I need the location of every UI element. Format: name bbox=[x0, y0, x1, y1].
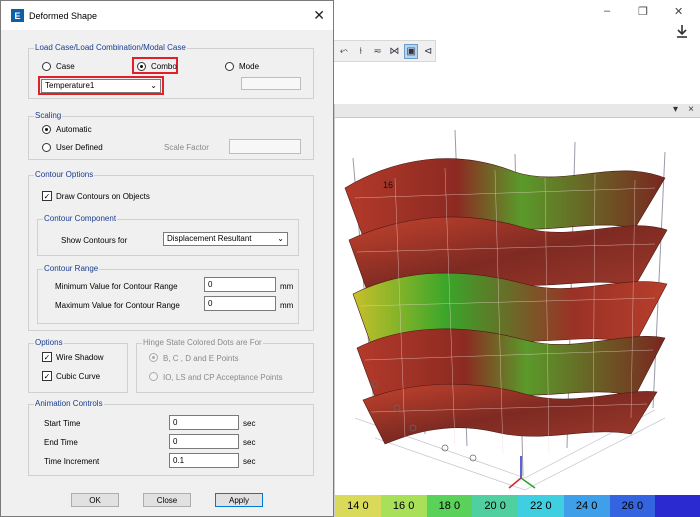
model-viewport[interactable]: ▾ × 16 14 0 16 0 18 0 20 0 22 0 24 0 26 … bbox=[334, 104, 700, 517]
min-value-field[interactable]: 0 bbox=[204, 277, 276, 292]
apply-button[interactable]: Apply bbox=[215, 493, 263, 507]
download-icon[interactable] bbox=[676, 24, 688, 40]
animate-icon[interactable]: ⊲ bbox=[421, 44, 435, 59]
combo-radio-label: Combo bbox=[151, 62, 177, 71]
user-defined-radio[interactable] bbox=[42, 143, 51, 152]
load-case-group-title: Load Case/Load Combination/Modal Case bbox=[34, 43, 187, 52]
start-time-field[interactable]: 0 bbox=[169, 415, 239, 430]
start-time-unit: sec bbox=[243, 419, 256, 428]
load-combo-dropdown[interactable]: Temperature1 ⌄ bbox=[41, 79, 161, 93]
mode-radio[interactable] bbox=[225, 62, 234, 71]
options-title: Options bbox=[34, 338, 64, 347]
viewport-menu-icon[interactable]: ▾ bbox=[673, 104, 678, 115]
restore-button[interactable]: ❐ bbox=[638, 5, 648, 18]
color-scale-segment: 18 0 bbox=[426, 495, 473, 517]
draw-contours-label: Draw Contours on Objects bbox=[56, 192, 150, 201]
scaling-group-title: Scaling bbox=[34, 111, 63, 120]
end-time-label: End Time bbox=[44, 438, 78, 447]
wire-shadow-label: Wire Shadow bbox=[56, 353, 104, 362]
close-button[interactable]: Close bbox=[143, 493, 191, 507]
hinge-state-group: Hinge State Colored Dots are For bbox=[136, 338, 314, 393]
frame-icon[interactable]: ⋈ bbox=[387, 44, 401, 59]
color-scale-segment: 24 0 bbox=[563, 495, 610, 517]
max-value-label: Maximum Value for Contour Range bbox=[55, 301, 180, 310]
end-time-unit: sec bbox=[243, 438, 256, 447]
color-scale-segment: 22 0 bbox=[518, 495, 564, 517]
hinge-state-title: Hinge State Colored Dots are For bbox=[142, 338, 263, 347]
scale-factor-field[interactable] bbox=[229, 139, 301, 154]
dialog-title-bar: E Deformed Shape ✕ bbox=[1, 1, 333, 31]
axis-icon[interactable]: ⫮ bbox=[354, 44, 368, 59]
color-scale-segment: 20 0 bbox=[472, 495, 518, 517]
story-label: 16 bbox=[383, 180, 393, 190]
max-unit: mm bbox=[280, 301, 294, 310]
section-icon[interactable]: ≂ bbox=[371, 44, 385, 59]
axis-triad bbox=[508, 456, 536, 489]
wire-shadow-checkbox[interactable]: ✓ bbox=[42, 352, 52, 362]
acceptance-points-radio[interactable] bbox=[149, 372, 158, 381]
combo-radio[interactable] bbox=[137, 62, 146, 71]
viewport-header: ▾ × bbox=[335, 104, 700, 118]
deformed-shape-dialog: E Deformed Shape ✕ Load Case/Load Combin… bbox=[0, 0, 334, 517]
cubic-curve-label: Cubic Curve bbox=[56, 372, 101, 381]
color-scale-segment: 14 0 bbox=[335, 495, 381, 517]
contour-options-title: Contour Options bbox=[34, 170, 95, 179]
pointer-icon[interactable]: ⬿ bbox=[337, 44, 351, 59]
deformed-3d-model[interactable]: 16 bbox=[335, 118, 700, 494]
color-scale-segment: 16 0 bbox=[380, 495, 427, 517]
color-scale-segment bbox=[655, 495, 700, 517]
bcde-points-radio[interactable] bbox=[149, 353, 158, 362]
case-radio[interactable] bbox=[42, 62, 51, 71]
contour-component-title: Contour Component bbox=[43, 214, 118, 223]
user-defined-label: User Defined bbox=[56, 143, 103, 152]
cubic-curve-checkbox[interactable]: ✓ bbox=[42, 371, 52, 381]
dialog-title: Deformed Shape bbox=[29, 11, 98, 21]
automatic-radio[interactable] bbox=[42, 125, 51, 134]
max-value-field[interactable]: 0 bbox=[204, 296, 276, 311]
animation-controls-title: Animation Controls bbox=[34, 399, 104, 408]
automatic-label: Automatic bbox=[56, 125, 92, 134]
mode-field[interactable] bbox=[241, 77, 301, 90]
contour-color-bar: 14 0 16 0 18 0 20 0 22 0 24 0 26 0 bbox=[335, 495, 700, 517]
min-unit: mm bbox=[280, 282, 294, 291]
contour-range-title: Contour Range bbox=[43, 264, 100, 273]
start-time-label: Start Time bbox=[44, 419, 81, 428]
minimize-button[interactable]: – bbox=[604, 5, 610, 17]
deformed-shape-icon[interactable]: ▣ bbox=[404, 43, 419, 59]
bcde-points-label: B, C , D and E Points bbox=[163, 354, 239, 363]
display-toolbar: ⬿ ⫮ ≂ ⋈ ▣ ⊲ bbox=[332, 40, 436, 62]
color-scale-segment: 26 0 bbox=[609, 495, 656, 517]
end-time-field[interactable]: 0 bbox=[169, 434, 239, 449]
min-value-label: Minimum Value for Contour Range bbox=[55, 282, 178, 291]
contour-component-dropdown[interactable]: Displacement Resultant ⌄ bbox=[163, 232, 288, 246]
load-combo-value: Temperature1 bbox=[45, 81, 95, 90]
draw-contours-checkbox[interactable]: ✓ bbox=[42, 191, 52, 201]
contour-component-value: Displacement Resultant bbox=[167, 234, 252, 243]
chevron-down-icon: ⌄ bbox=[150, 81, 157, 90]
time-increment-label: Time Increment bbox=[44, 457, 100, 466]
viewport-close-icon[interactable]: × bbox=[688, 104, 694, 115]
time-increment-unit: sec bbox=[243, 457, 256, 466]
dialog-close-button[interactable]: ✕ bbox=[313, 7, 325, 24]
ok-button[interactable]: OK bbox=[71, 493, 119, 507]
show-contours-label: Show Contours for bbox=[61, 236, 128, 245]
etabs-logo-icon: E bbox=[11, 9, 24, 22]
options-group: Options bbox=[28, 338, 128, 393]
mode-radio-label: Mode bbox=[239, 62, 260, 71]
scale-factor-label: Scale Factor bbox=[164, 143, 209, 152]
case-radio-label: Case bbox=[56, 62, 75, 71]
chevron-down-icon: ⌄ bbox=[277, 234, 284, 243]
time-increment-field[interactable]: 0.1 bbox=[169, 453, 239, 468]
window-close-button[interactable]: ✕ bbox=[674, 5, 683, 18]
acceptance-points-label: IO, LS and CP Acceptance Points bbox=[163, 373, 283, 382]
